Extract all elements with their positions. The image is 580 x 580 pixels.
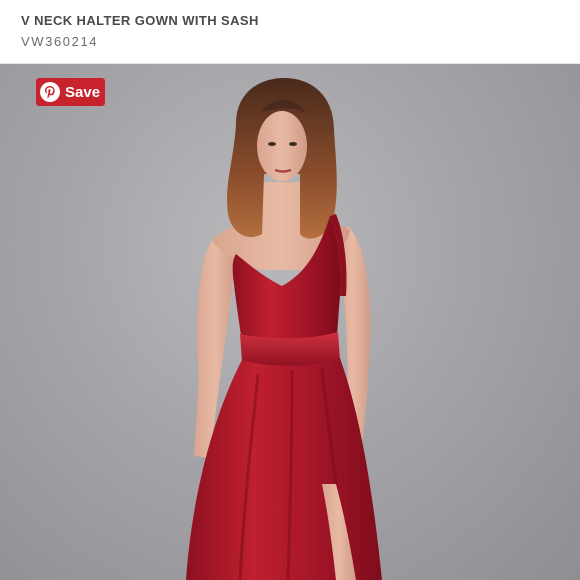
pinterest-save-button[interactable]: Save [36,78,105,106]
pinterest-icon [40,82,60,102]
product-header: V NECK HALTER GOWN WITH SASH VW360214 [0,0,580,64]
product-sku: VW360214 [21,34,99,49]
product-photo[interactable] [0,64,580,580]
save-button-label: Save [65,83,101,101]
model-illustration [186,78,382,580]
product-title: V NECK HALTER GOWN WITH SASH [21,13,259,28]
